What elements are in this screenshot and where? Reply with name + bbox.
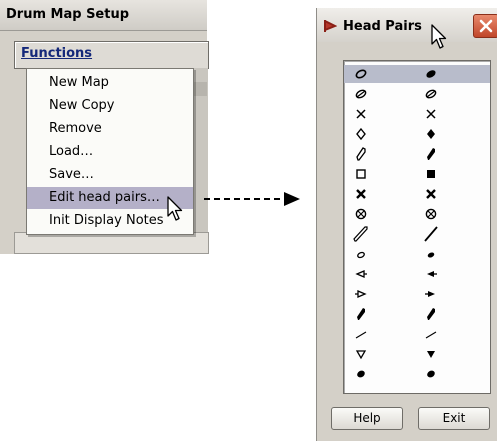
circle-x-notehead-icon [355,208,367,220]
circle-x-notehead-icon [425,208,437,220]
head-pair-row[interactable] [344,325,490,343]
menu-item-load[interactable]: Load… [27,141,193,163]
connector-arrow-icon [284,192,300,206]
head-pair-row[interactable] [344,65,490,83]
menu-item-remove[interactable]: Remove [27,118,193,140]
thin-long-slash-notehead-icon [424,226,438,242]
filled-oval-notehead-icon [426,70,436,78]
thin-mark-notehead-icon [425,331,437,339]
small-open-oval-notehead-icon [357,251,365,259]
head-pair-row[interactable] [344,245,490,263]
head-pair-row[interactable] [344,85,490,103]
head-pair-row[interactable] [344,205,490,223]
filled-left-triangle-notehead-icon [427,271,437,277]
menu-item-label: New Map [49,75,109,90]
thick-slash-notehead-icon [427,308,435,320]
x-notehead-icon [426,109,436,119]
open-right-triangle-notehead-icon [355,290,367,298]
filled-oval-notehead-icon [427,370,435,378]
menu-item-label: Save… [49,167,94,182]
open-slash-notehead-icon [356,147,366,161]
head-pair-row[interactable] [344,345,490,363]
head-pair-row[interactable] [344,165,490,183]
filled-oval-notehead-icon [357,370,365,378]
menu-item-label: Load… [49,144,94,159]
drum-map-title: Drum Map Setup [6,7,130,22]
head-pair-row[interactable] [344,305,490,323]
open-down-triangle-notehead-icon [355,350,367,360]
menu-item-label: New Copy [49,98,115,113]
thin-mark-notehead-icon [355,331,367,339]
app-logo-icon [324,20,337,32]
drum-map-titlebar: Drum Map Setup [0,0,207,31]
bold-x-notehead-icon [426,189,436,199]
open-oval-notehead-icon [355,69,367,79]
head-pairs-title: Head Pairs [343,19,422,34]
small-filled-oval-notehead-icon [427,252,435,258]
open-long-slash-notehead-icon [353,226,368,242]
thick-slash-notehead-icon [357,308,365,320]
open-square-notehead-icon [356,169,366,179]
background-panel-bar [14,232,209,254]
open-left-triangle-notehead-icon [355,270,367,278]
bold-x-notehead-icon [356,189,366,199]
head-pair-row[interactable] [344,365,490,383]
background-panel-row [193,82,207,96]
mouse-pointer-icon [167,196,183,221]
filled-down-triangle-notehead-icon [427,351,435,358]
head-pairs-window: Head Pairs Help Exit [316,8,497,441]
head-pairs-list[interactable] [343,60,491,394]
head-pair-row[interactable] [344,285,490,303]
head-pair-row[interactable] [344,145,490,163]
help-button[interactable]: Help [331,407,403,430]
head-pair-row[interactable] [344,265,490,283]
mouse-pointer-icon [431,24,447,49]
slashed-oval-notehead-icon [425,89,437,99]
close-icon [479,19,493,33]
filled-square-notehead-icon [427,170,435,178]
menu-item-new-copy[interactable]: New Copy [27,95,193,117]
filled-diamond-notehead-icon [427,129,435,139]
menu-item-label: Edit head pairs… [49,190,160,205]
filled-slash-notehead-icon [427,148,435,160]
menu-item-save[interactable]: Save… [27,164,193,186]
filled-right-triangle-notehead-icon [425,291,435,297]
open-diamond-notehead-icon [356,127,366,141]
menu-item-label: Init Display Notes [49,213,164,228]
close-button[interactable] [473,14,497,38]
head-pairs-titlebar: Head Pairs [317,8,497,49]
connector-dashed-line [204,198,290,200]
exit-button[interactable]: Exit [418,407,490,430]
head-pair-row[interactable] [344,125,490,143]
head-pair-row[interactable] [344,185,490,203]
menu-item-label: Remove [49,121,102,136]
x-notehead-icon [356,109,366,119]
head-pair-row[interactable] [344,105,490,123]
slashed-oval-notehead-icon [355,89,367,99]
head-pair-row[interactable] [344,225,490,243]
functions-menu-button[interactable]: Functions [14,41,209,69]
functions-label: Functions [21,46,93,61]
menu-item-new-map[interactable]: New Map [27,72,193,94]
